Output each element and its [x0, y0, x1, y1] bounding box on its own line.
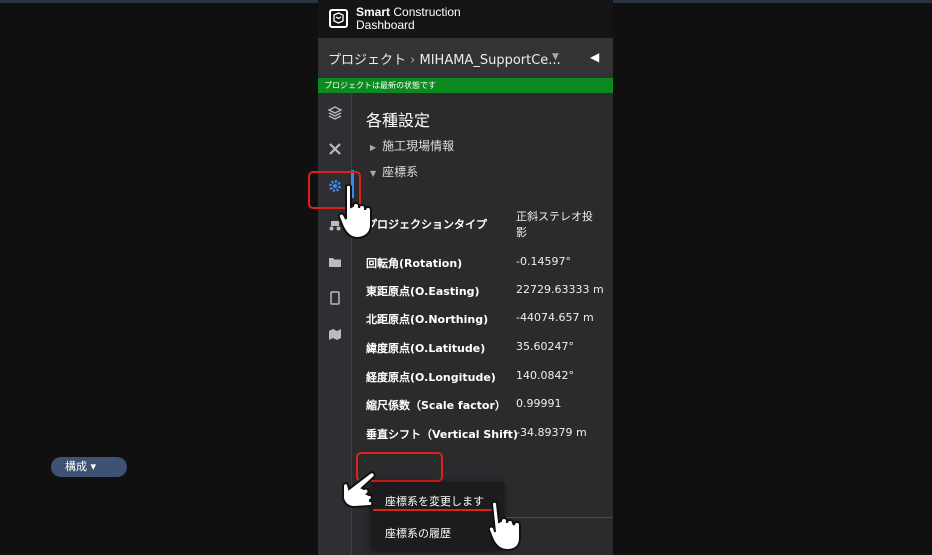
- pointer-hand-icon-2: [342, 471, 376, 509]
- map-icon[interactable]: [327, 327, 343, 343]
- row-label: 垂直シフト（Vertical Shift): [366, 428, 518, 441]
- page-title: 各種設定: [366, 111, 431, 130]
- logo-icon: [329, 9, 348, 28]
- section-site-info[interactable]: ▶ 施工現場情報: [370, 137, 454, 154]
- breadcrumb-separator: ›: [410, 53, 416, 68]
- row-label: 経度原点(O.Longitude): [366, 371, 496, 384]
- breadcrumb-path[interactable]: プロジェクト › MIHAMA_SupportCe...: [328, 49, 561, 68]
- pointer-hand-icon: [338, 183, 372, 240]
- caret-right-icon: ▶: [370, 143, 377, 152]
- app-logo-text: Smart Construction Dashboard: [356, 6, 461, 32]
- chevron-down-icon[interactable]: ▼: [552, 52, 559, 62]
- row-label: 回転角(Rotation): [366, 257, 463, 270]
- pointer-hand-icon-3: [487, 500, 521, 552]
- caret-left-icon[interactable]: ◀: [590, 50, 599, 64]
- app-header: Smart Construction Dashboard: [318, 0, 613, 38]
- row-value: -34.89379 m: [516, 426, 587, 439]
- row-value: 0.99991: [516, 397, 562, 410]
- tablet-icon[interactable]: [327, 291, 343, 307]
- layers-icon[interactable]: [327, 106, 343, 122]
- config-menu: 座標系を変更します 座標系の履歴: [371, 482, 504, 550]
- menu-item-coordinate-history[interactable]: 座標系の履歴: [385, 525, 451, 541]
- section-label: 座標系: [382, 165, 419, 179]
- config-button[interactable]: 構成 ▾: [51, 457, 127, 477]
- row-value: 140.0842°: [516, 369, 574, 382]
- section-label: 施工現場情報: [382, 139, 455, 153]
- row-label: 東距原点(O.Easting): [366, 285, 480, 298]
- highlight-underline: [373, 509, 498, 511]
- status-banner: プロジェクトは最新の状態です: [318, 78, 613, 93]
- row-value: 35.60247°: [516, 340, 574, 353]
- row-value: -44074.657 m: [516, 311, 594, 324]
- breadcrumb: プロジェクト › MIHAMA_SupportCe... ▼ ◀: [318, 38, 613, 78]
- caret-down-icon: ▼: [370, 169, 377, 178]
- row-value: 正斜ステレオ投: [516, 210, 593, 223]
- row-value: 影: [516, 226, 527, 239]
- brand-word-dashboard: Dashboard: [356, 18, 415, 32]
- folder-icon[interactable]: [327, 255, 343, 271]
- row-value: 22729.63333 m: [516, 283, 604, 296]
- breadcrumb-project[interactable]: MIHAMA_SupportCe...: [420, 53, 561, 68]
- tools-icon[interactable]: [327, 142, 343, 158]
- row-value: -0.14597°: [516, 255, 571, 268]
- row-label: 北距原点(O.Northing): [366, 313, 489, 326]
- menu-item-change-coordinate[interactable]: 座標系を変更します: [385, 493, 484, 509]
- brand-word-smart: Smart: [356, 5, 391, 19]
- brand-word-construction: Construction: [390, 5, 461, 19]
- row-label: 緯度原点(O.Latitude): [366, 342, 486, 355]
- breadcrumb-root[interactable]: プロジェクト: [328, 53, 406, 68]
- section-coordinate-system[interactable]: ▼ 座標系: [370, 163, 418, 180]
- row-label: 縮尺係数（Scale factor）: [366, 399, 506, 412]
